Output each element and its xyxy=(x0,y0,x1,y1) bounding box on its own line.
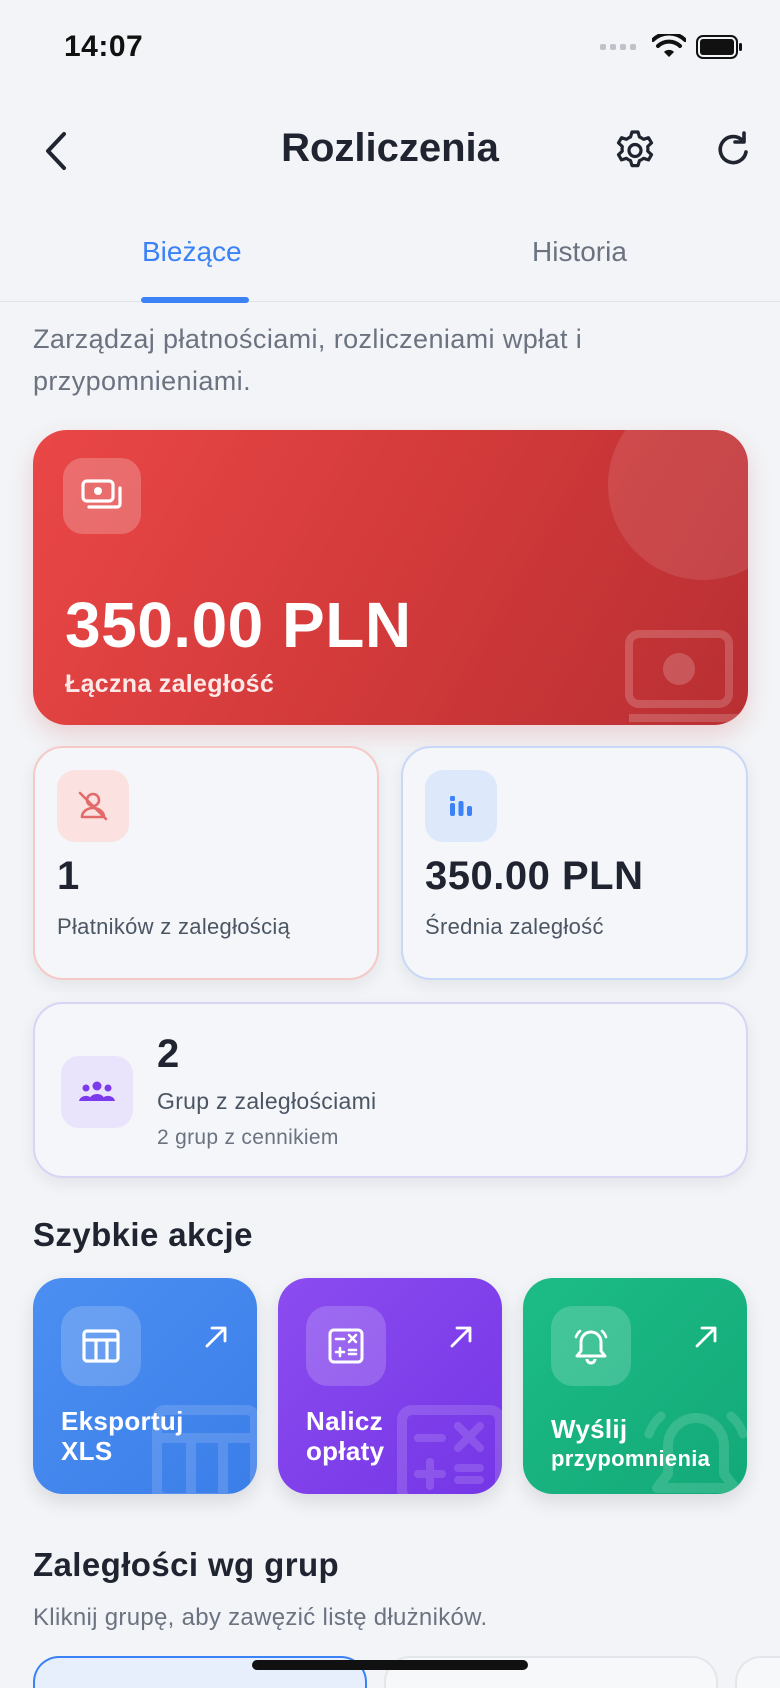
arrow-up-right-icon xyxy=(450,1326,472,1348)
groups-label: Grup z zaległościami xyxy=(157,1088,377,1114)
quick-actions-title: Szybkie akcje xyxy=(33,1216,253,1253)
intro-text: Zarządzaj płatnościami, rozliczeniami wp… xyxy=(33,324,583,396)
table-icon xyxy=(61,1306,141,1386)
user-off-icon xyxy=(57,770,129,842)
group-icon xyxy=(61,1056,133,1128)
bell-icon xyxy=(551,1306,631,1386)
tab-history[interactable]: Historia xyxy=(532,236,627,268)
groups-section-title: Zaległości wg grup xyxy=(33,1546,340,1583)
payers-label: Płatników z zaległością xyxy=(57,914,291,939)
payers-with-debt-card: 1 Płatników z zaległością xyxy=(33,746,379,980)
groups-section-subtitle: Kliknij grupę, aby zawęzić listę dłużnik… xyxy=(33,1604,488,1631)
home-indicator[interactable] xyxy=(252,1660,528,1670)
tab-bar: Bieżące Historia xyxy=(0,212,780,303)
total-amount: 350.00 PLN xyxy=(65,589,412,661)
groups-count: 2 xyxy=(157,1032,180,1076)
nav-bar: Rozliczenia xyxy=(0,110,780,190)
money-icon xyxy=(63,458,141,534)
battery-icon xyxy=(696,35,742,59)
charge-fees-button[interactable]: Nalicz opłaty xyxy=(278,1278,502,1494)
page-title: Rozliczenia xyxy=(281,126,499,170)
decorative-circle xyxy=(608,430,748,580)
gear-icon[interactable] xyxy=(612,128,658,174)
export-xls-button[interactable]: Eksportuj XLS xyxy=(33,1278,257,1494)
calculator-watermark-icon xyxy=(397,1405,502,1494)
money-watermark-icon xyxy=(625,630,741,722)
total-label: Łączna zaległość xyxy=(65,670,275,698)
groups-sub-label: 2 grup z cennikiem xyxy=(157,1126,339,1149)
total-debt-card: 350.00 PLN Łączna zaległość xyxy=(33,430,748,725)
wifi-icon xyxy=(652,34,686,57)
status-time: 14:07 xyxy=(64,30,144,63)
average-debt-label: Średnia zaległość xyxy=(425,914,604,939)
status-icons xyxy=(600,34,744,60)
status-bar: 14:07 xyxy=(0,0,780,100)
signal-icon xyxy=(600,44,636,50)
tab-indicator xyxy=(141,297,249,303)
table-watermark-icon xyxy=(152,1405,257,1494)
charge-fees-label: Nalicz opłaty xyxy=(306,1406,385,1466)
refresh-icon[interactable] xyxy=(710,128,756,174)
payers-count: 1 xyxy=(57,854,80,898)
bar-chart-icon xyxy=(425,770,497,842)
group-chip[interactable] xyxy=(735,1656,780,1688)
arrow-up-right-icon xyxy=(205,1326,227,1348)
tab-current[interactable]: Bieżące xyxy=(142,236,242,268)
arrow-up-right-icon xyxy=(695,1326,717,1348)
groups-with-debt-card: 2 Grup z zaległościami 2 grup z cennikie… xyxy=(33,1002,748,1178)
average-debt-value: 350.00 PLN xyxy=(425,854,644,898)
send-reminders-button[interactable]: Wyślij przypomnienia xyxy=(523,1278,747,1494)
calculator-icon xyxy=(306,1306,386,1386)
average-debt-card: 350.00 PLN Średnia zaległość xyxy=(401,746,748,980)
bell-watermark-icon xyxy=(644,1411,747,1493)
